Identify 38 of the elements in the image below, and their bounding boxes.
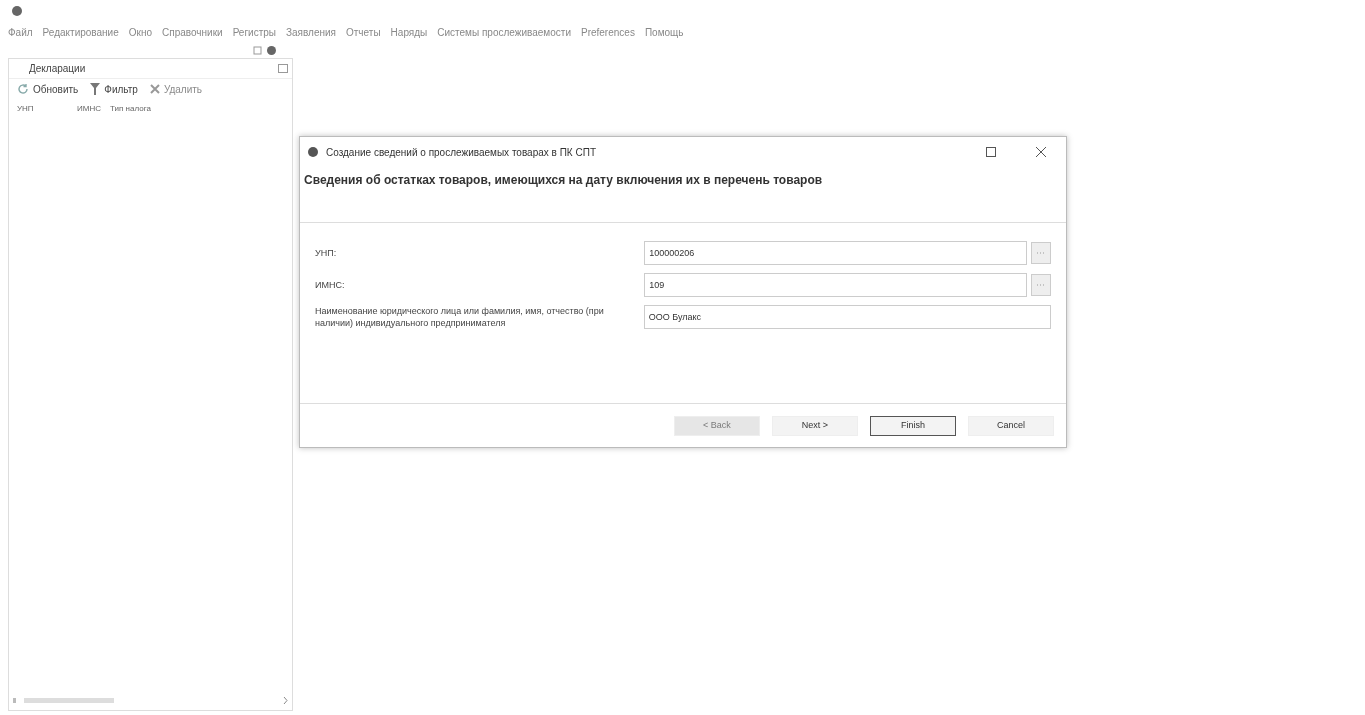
app-logo-icon (308, 147, 318, 157)
input-field[interactable]: ООО Булакс (643, 305, 1051, 329)
dialog-title: Создание сведений о прослеживаемых товарах в ПК СПТ (326, 145, 597, 160)
refresh-icon (17, 83, 29, 95)
menu-item[interactable]: Помощь (644, 24, 684, 40)
wizard-button[interactable]: Cancel (968, 415, 1054, 436)
page-heading: Сведения об остатках товаров, имеющихся на дату включения их в перечень товаров (304, 173, 823, 187)
view-tab[interactable]: Декларации (13, 61, 86, 76)
input-field[interactable]: 109 (644, 273, 1028, 297)
column-header[interactable]: Тип налога (110, 103, 151, 115)
menu-item[interactable]: Окно (128, 24, 153, 40)
wizard-button[interactable]: Next > (772, 415, 858, 436)
menu-item[interactable]: Регистры (232, 24, 276, 40)
input-field[interactable]: 100000206 (644, 241, 1028, 265)
menu-item[interactable]: Заявления (286, 24, 336, 40)
cross-icon (149, 84, 160, 94)
maximize-icon[interactable] (986, 147, 996, 157)
menu-item[interactable]: Справочники (162, 24, 223, 40)
toolbar-button[interactable]: Обновить (17, 81, 79, 97)
menu-item[interactable]: Редактирование (42, 24, 119, 40)
chevron-right-icon[interactable] (283, 696, 288, 704)
field-label: ИМНС: (315, 279, 346, 291)
field-label: Наименование юридического лица или фамилия, имя, отчество (при наличии) индивидуального предпринимателя (315, 305, 605, 329)
app-logo-icon (12, 6, 22, 16)
menu-item[interactable]: Системы прослеживаемости (437, 24, 571, 40)
horizontal-scrollbar[interactable] (13, 694, 288, 706)
field-label: УНП: (315, 247, 338, 259)
menu-item[interactable]: Preferences (580, 24, 635, 40)
menu-item[interactable]: Наряды (390, 24, 428, 40)
menu-item[interactable]: Отчеты (346, 24, 381, 40)
filter-icon (90, 83, 101, 95)
column-header[interactable]: УНП (17, 103, 77, 115)
wizard-button[interactable]: Finish (870, 415, 956, 436)
toolbar-button[interactable]: Фильтр (90, 81, 138, 97)
perspective-icon[interactable] (253, 45, 263, 55)
menu-item[interactable]: Файл (8, 24, 33, 40)
close-icon[interactable] (1036, 147, 1046, 157)
column-header[interactable]: ИМНС (77, 103, 110, 115)
